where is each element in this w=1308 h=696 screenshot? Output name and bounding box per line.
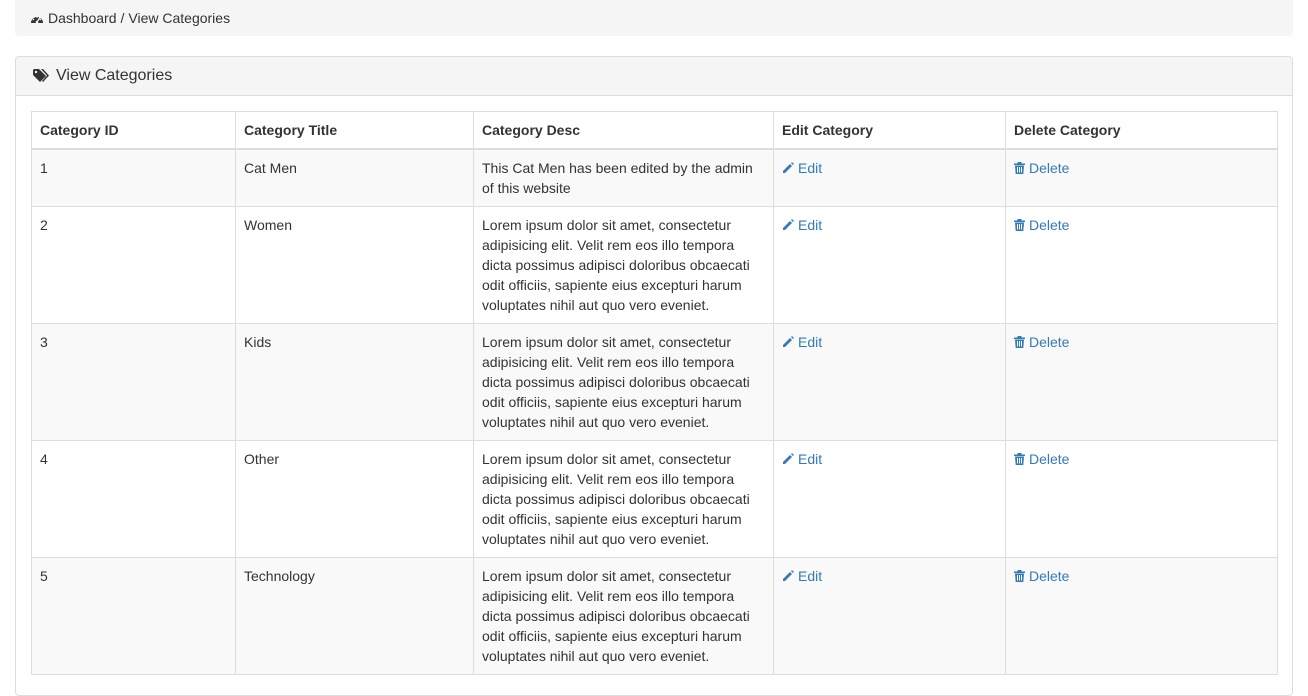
edit-link[interactable]: Edit [782, 566, 822, 586]
delete-link[interactable]: Delete [1014, 566, 1069, 586]
category-desc-cell: Lorem ipsum dolor sit amet, consectetur … [473, 557, 774, 675]
edit-link[interactable]: Edit [782, 449, 822, 469]
category-id-cell: 3 [31, 323, 236, 441]
header-category-id: Category ID [31, 111, 236, 150]
delete-label: Delete [1029, 160, 1070, 176]
panel-title: View Categories [56, 67, 173, 84]
edit-cell: Edit [773, 148, 1006, 207]
category-title-cell: Technology [235, 557, 474, 675]
table-row: 3 Kids Lorem ipsum dolor sit amet, consect… [31, 323, 1278, 441]
category-id-cell: 2 [31, 206, 236, 324]
table-header-row: Category ID Category Title Category Desc… [31, 111, 1278, 150]
delete-label: Delete [1029, 568, 1070, 584]
pencil-icon [782, 453, 798, 465]
delete-cell: Delete [1005, 206, 1278, 324]
trash-icon [1014, 219, 1029, 231]
table-row: 5 Technology Lorem ipsum dolor sit amet, c… [31, 557, 1278, 675]
category-desc-cell: Lorem ipsum dolor sit amet, consectetur … [473, 440, 774, 558]
table-row: 2 Women Lorem ipsum dolor sit amet, consec… [31, 206, 1278, 324]
category-id-cell: 1 [31, 148, 236, 207]
categories-panel: View Categories Category ID Category Tit… [15, 56, 1293, 696]
header-category-desc: Category Desc [473, 111, 774, 150]
edit-label: Edit [798, 334, 823, 350]
breadcrumb-current: View Categories [128, 10, 231, 26]
category-desc-cell: This Cat Men has been edited by the admi… [473, 148, 774, 207]
delete-link[interactable]: Delete [1014, 215, 1069, 235]
panel-body: Category ID Category Title Category Desc… [16, 96, 1292, 675]
pencil-icon [782, 336, 798, 348]
trash-icon [1014, 162, 1029, 174]
edit-label: Edit [798, 568, 823, 584]
header-edit-category: Edit Category [773, 111, 1006, 150]
breadcrumb: Dashboard / View Categories [15, 0, 1293, 36]
table-row: 1 Cat Men This Cat Men has been edited by … [31, 148, 1278, 207]
edit-label: Edit [798, 217, 823, 233]
delete-cell: Delete [1005, 148, 1278, 207]
delete-label: Delete [1029, 334, 1070, 350]
edit-link[interactable]: Edit [782, 332, 822, 352]
category-title-cell: Cat Men [235, 148, 474, 207]
categories-table: Category ID Category Title Category Desc… [31, 111, 1278, 675]
delete-cell: Delete [1005, 323, 1278, 441]
pencil-icon [782, 162, 798, 174]
edit-label: Edit [798, 451, 823, 467]
delete-link[interactable]: Delete [1014, 332, 1069, 352]
delete-link[interactable]: Delete [1014, 158, 1069, 178]
header-delete-category: Delete Category [1005, 111, 1278, 150]
trash-icon [1014, 336, 1029, 348]
breadcrumb-separator: / [120, 10, 125, 26]
category-id-cell: 5 [31, 557, 236, 675]
edit-cell: Edit [773, 323, 1006, 441]
edit-cell: Edit [773, 440, 1006, 558]
panel-heading: View Categories [16, 57, 1292, 96]
dashboard-icon [30, 12, 44, 24]
trash-icon [1014, 570, 1029, 582]
breadcrumb-dashboard-link[interactable]: Dashboard [48, 10, 117, 26]
table-row: 4 Other Lorem ipsum dolor sit amet, consec… [31, 440, 1278, 558]
category-desc-cell: Lorem ipsum dolor sit amet, consectetur … [473, 323, 774, 441]
edit-link[interactable]: Edit [782, 158, 822, 178]
category-title-cell: Other [235, 440, 474, 558]
category-desc-cell: Lorem ipsum dolor sit amet, consectetur … [473, 206, 774, 324]
tags-icon [33, 69, 50, 83]
trash-icon [1014, 453, 1029, 465]
delete-link[interactable]: Delete [1014, 449, 1069, 469]
edit-link[interactable]: Edit [782, 215, 822, 235]
edit-cell: Edit [773, 206, 1006, 324]
edit-label: Edit [798, 160, 823, 176]
category-title-cell: Kids [235, 323, 474, 441]
delete-label: Delete [1029, 451, 1070, 467]
category-id-cell: 4 [31, 440, 236, 558]
edit-cell: Edit [773, 557, 1006, 675]
delete-cell: Delete [1005, 557, 1278, 675]
category-title-cell: Women [235, 206, 474, 324]
delete-label: Delete [1029, 217, 1070, 233]
delete-cell: Delete [1005, 440, 1278, 558]
pencil-icon [782, 219, 798, 231]
header-category-title: Category Title [235, 111, 474, 150]
pencil-icon [782, 570, 798, 582]
